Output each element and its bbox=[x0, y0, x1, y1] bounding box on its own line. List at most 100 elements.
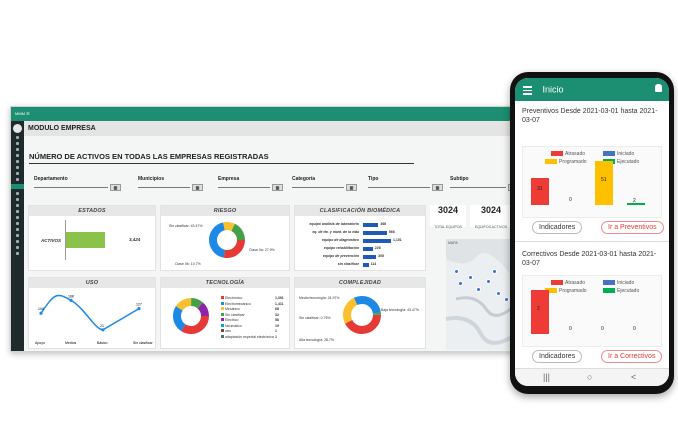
filter-categoría[interactable]: Categoría ▥ bbox=[292, 176, 360, 191]
bar-value-label: 0 bbox=[601, 326, 604, 332]
map-marker-icon[interactable] bbox=[458, 281, 463, 286]
tecnologia-card: TECNOLOGÍA Electrónico 1,391 Electromecáni… bbox=[160, 277, 290, 349]
sidebar-item-icon[interactable] bbox=[16, 234, 19, 237]
module-header: MODULO EMPRESA bbox=[24, 121, 523, 136]
estados-value: 3,424 bbox=[129, 237, 141, 242]
sidebar-item-icon[interactable] bbox=[16, 222, 19, 225]
map-marker-icon[interactable] bbox=[468, 275, 473, 280]
bar-ejecutado bbox=[627, 203, 645, 205]
clasificacion-value: 114 bbox=[370, 262, 377, 266]
back-icon[interactable]: < bbox=[631, 372, 636, 382]
desktop-window: MMM ☰ MODULO EMPRESA NÚMERO DE ACTIVOS E… bbox=[10, 106, 524, 352]
map-marker-icon[interactable] bbox=[492, 269, 497, 274]
ir-correctivos-button[interactable]: Ir a Correctivos bbox=[601, 350, 663, 363]
avatar[interactable] bbox=[13, 124, 22, 133]
legend-label: Programado bbox=[559, 159, 587, 165]
filter-departamento[interactable]: Departamento ▥ bbox=[34, 176, 124, 191]
bar-atrasado bbox=[531, 290, 549, 334]
clasificacion-bar bbox=[363, 262, 369, 267]
complejidad-card: COMPLEJIDAD Media tecnología: 24.97% Baj… bbox=[294, 277, 426, 349]
android-nav-bar: ||| ○ < bbox=[515, 368, 669, 386]
filter-municipios[interactable]: Municipios ▥ bbox=[138, 176, 206, 191]
sidebar-item-icon[interactable] bbox=[16, 142, 19, 145]
tecnologia-legend-label: Electrónico bbox=[225, 296, 243, 300]
sidebar-item-icon[interactable] bbox=[16, 178, 19, 181]
clasificacion-label: equipo análisis de laboratorio bbox=[309, 222, 359, 226]
sidebar-item-icon[interactable] bbox=[16, 252, 19, 255]
complejidad-title: COMPLEJIDAD bbox=[295, 278, 425, 288]
estados-title: ESTADOS bbox=[29, 206, 155, 216]
legend-label: Atrasado bbox=[565, 280, 586, 286]
filter-label: Municipios bbox=[138, 176, 165, 182]
correctivos-title: Correctivos Desde 2021-03-01 hasta 2021-… bbox=[522, 251, 657, 267]
tecnologia-legend-item: adaptación especial electrónica bbox=[221, 334, 274, 339]
tecnologia-legend-item: Electromecánico bbox=[221, 301, 251, 306]
sidebar-item-icon[interactable] bbox=[16, 192, 19, 195]
sidebar-item-icon[interactable] bbox=[16, 216, 19, 219]
bell-icon[interactable] bbox=[655, 84, 662, 92]
correctivos-chart: Atrasado Iniciado Programado Ejecutado 2 0 0 0 bbox=[522, 275, 662, 347]
indicadores-button[interactable]: Indicadores bbox=[532, 350, 583, 363]
filter-chart-icon[interactable]: ▥ bbox=[110, 184, 121, 191]
map-marker-icon[interactable] bbox=[454, 269, 459, 274]
clasificacion-value: 226 bbox=[374, 246, 381, 250]
ir-preventivos-button[interactable]: Ir a Preventivos bbox=[601, 221, 664, 234]
uso-point bbox=[101, 328, 105, 332]
uso-point bbox=[39, 311, 43, 315]
sidebar-item-icon[interactable] bbox=[16, 240, 19, 243]
sidebar-item-icon[interactable] bbox=[16, 160, 19, 163]
kpi-total-label: TOTAL EQUIPOS bbox=[434, 225, 462, 229]
filter-chart-icon[interactable]: ▥ bbox=[432, 184, 443, 191]
home-icon[interactable]: ○ bbox=[587, 372, 592, 382]
estados-bar bbox=[66, 232, 106, 248]
legend-label: Ejecutado bbox=[617, 159, 640, 165]
bar-value-label: 2 bbox=[633, 198, 636, 204]
menu-icon[interactable] bbox=[523, 84, 532, 97]
complejidad-donut-chart bbox=[343, 296, 381, 334]
tecnologia-legend-value: 68 bbox=[275, 307, 279, 311]
riesgo-card: RIESGO Sin clasificar: 43.47% Clase IIa:… bbox=[160, 205, 290, 271]
complejidad-label: Baja tecnología: 43.47% bbox=[381, 308, 419, 312]
map-marker-icon[interactable] bbox=[486, 279, 491, 284]
bar-programado bbox=[595, 161, 613, 205]
legend-item: Iniciado bbox=[603, 151, 634, 157]
filter-chart-icon[interactable]: ▥ bbox=[346, 184, 357, 191]
map-marker-icon[interactable] bbox=[496, 291, 501, 296]
preventivos-title: Preventivos Desde 2021-03-01 hasta 2021-… bbox=[522, 108, 658, 124]
tecnologia-donut-chart bbox=[173, 298, 209, 334]
main-content: MODULO EMPRESA NÚMERO DE ACTIVOS EN TODA… bbox=[24, 121, 524, 351]
map-marker-icon[interactable] bbox=[476, 287, 481, 292]
filter-label: Subtipo bbox=[450, 176, 469, 182]
tecnologia-legend-value: 19 bbox=[275, 323, 279, 328]
sidebar-item-icon[interactable] bbox=[16, 172, 19, 175]
tecnologia-legend-label: adaptación especial electrónica bbox=[225, 334, 274, 339]
tecnologia-legend-label: Sin clasificar bbox=[225, 312, 245, 317]
sidebar-item-icon[interactable] bbox=[16, 166, 19, 169]
bar-value-label: 31 bbox=[537, 185, 543, 192]
app-bar: Inicio bbox=[515, 78, 669, 101]
filter-empresa[interactable]: Empresa ▥ bbox=[218, 176, 286, 191]
phone-frame: Inicio Preventivos Desde 2021-03-01 hast… bbox=[510, 72, 674, 394]
filter-chart-icon[interactable]: ▥ bbox=[272, 184, 283, 191]
sidebar-item-icon[interactable] bbox=[16, 204, 19, 207]
tecnologia-legend-item: Eléctrico bbox=[221, 318, 238, 322]
sidebar-item-icon[interactable] bbox=[16, 228, 19, 231]
top-bar[interactable]: MMM ☰ bbox=[11, 107, 523, 121]
filter-chart-icon[interactable]: ▥ bbox=[192, 184, 203, 191]
indicadores-button[interactable]: Indicadores bbox=[532, 221, 583, 234]
sidebar-item-icon[interactable] bbox=[16, 246, 19, 249]
recent-apps-icon[interactable]: ||| bbox=[543, 372, 550, 382]
clasificacion-label: equipo de prevención bbox=[322, 254, 359, 258]
filter-tipo[interactable]: Tipo ▥ bbox=[368, 176, 446, 191]
sidebar-item-icon[interactable] bbox=[16, 198, 19, 201]
clasificacion-bar bbox=[363, 230, 387, 235]
sidebar-item-icon[interactable] bbox=[16, 154, 19, 157]
legend-item: Atrasado bbox=[551, 280, 585, 286]
map-marker-icon[interactable] bbox=[504, 297, 509, 302]
sidebar-item-active[interactable] bbox=[11, 184, 24, 189]
page-title: NÚMERO DE ACTIVOS EN TODAS LAS EMPRESAS … bbox=[29, 152, 414, 164]
sidebar-item-icon[interactable] bbox=[16, 148, 19, 151]
sidebar-item-icon[interactable] bbox=[16, 136, 19, 139]
sidebar-item-icon[interactable] bbox=[16, 210, 19, 213]
tecnologia-legend-value: 1 bbox=[275, 334, 277, 339]
